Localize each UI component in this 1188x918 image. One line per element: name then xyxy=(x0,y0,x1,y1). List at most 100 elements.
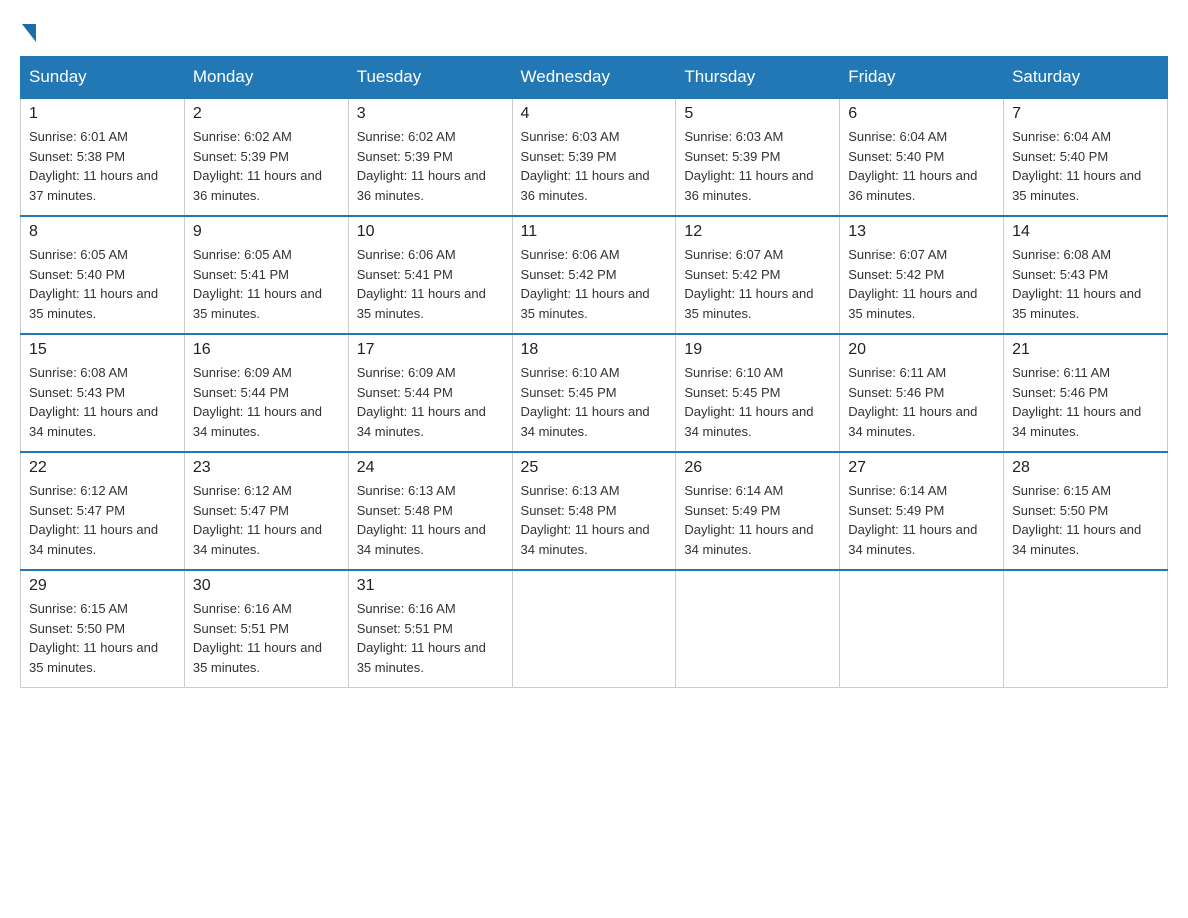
day-number: 4 xyxy=(521,105,668,123)
weekday-header-sunday: Sunday xyxy=(21,57,185,99)
calendar-cell: 26 Sunrise: 6:14 AM Sunset: 5:49 PM Dayl… xyxy=(676,452,840,570)
day-info: Sunrise: 6:15 AM Sunset: 5:50 PM Dayligh… xyxy=(1012,481,1159,559)
day-number: 1 xyxy=(29,105,176,123)
day-number: 29 xyxy=(29,577,176,595)
calendar-cell: 3 Sunrise: 6:02 AM Sunset: 5:39 PM Dayli… xyxy=(348,98,512,216)
calendar-cell: 28 Sunrise: 6:15 AM Sunset: 5:50 PM Dayl… xyxy=(1004,452,1168,570)
day-info: Sunrise: 6:10 AM Sunset: 5:45 PM Dayligh… xyxy=(521,363,668,441)
day-number: 20 xyxy=(848,341,995,359)
day-number: 11 xyxy=(521,223,668,241)
day-info: Sunrise: 6:14 AM Sunset: 5:49 PM Dayligh… xyxy=(684,481,831,559)
calendar-cell: 4 Sunrise: 6:03 AM Sunset: 5:39 PM Dayli… xyxy=(512,98,676,216)
weekday-header-friday: Friday xyxy=(840,57,1004,99)
calendar-cell: 23 Sunrise: 6:12 AM Sunset: 5:47 PM Dayl… xyxy=(184,452,348,570)
calendar-header-row: SundayMondayTuesdayWednesdayThursdayFrid… xyxy=(21,57,1168,99)
calendar-cell xyxy=(840,570,1004,688)
day-info: Sunrise: 6:04 AM Sunset: 5:40 PM Dayligh… xyxy=(848,127,995,205)
day-info: Sunrise: 6:05 AM Sunset: 5:41 PM Dayligh… xyxy=(193,245,340,323)
calendar-cell: 20 Sunrise: 6:11 AM Sunset: 5:46 PM Dayl… xyxy=(840,334,1004,452)
calendar-cell: 7 Sunrise: 6:04 AM Sunset: 5:40 PM Dayli… xyxy=(1004,98,1168,216)
calendar-cell: 31 Sunrise: 6:16 AM Sunset: 5:51 PM Dayl… xyxy=(348,570,512,688)
day-number: 28 xyxy=(1012,459,1159,477)
calendar-cell: 19 Sunrise: 6:10 AM Sunset: 5:45 PM Dayl… xyxy=(676,334,840,452)
calendar-cell xyxy=(512,570,676,688)
calendar-cell: 17 Sunrise: 6:09 AM Sunset: 5:44 PM Dayl… xyxy=(348,334,512,452)
calendar-cell: 12 Sunrise: 6:07 AM Sunset: 5:42 PM Dayl… xyxy=(676,216,840,334)
logo-arrow-icon xyxy=(22,24,36,42)
calendar-cell: 13 Sunrise: 6:07 AM Sunset: 5:42 PM Dayl… xyxy=(840,216,1004,334)
day-info: Sunrise: 6:08 AM Sunset: 5:43 PM Dayligh… xyxy=(1012,245,1159,323)
day-number: 7 xyxy=(1012,105,1159,123)
calendar-cell: 10 Sunrise: 6:06 AM Sunset: 5:41 PM Dayl… xyxy=(348,216,512,334)
calendar-cell: 15 Sunrise: 6:08 AM Sunset: 5:43 PM Dayl… xyxy=(21,334,185,452)
day-info: Sunrise: 6:06 AM Sunset: 5:41 PM Dayligh… xyxy=(357,245,504,323)
day-number: 21 xyxy=(1012,341,1159,359)
day-info: Sunrise: 6:12 AM Sunset: 5:47 PM Dayligh… xyxy=(29,481,176,559)
calendar-cell: 2 Sunrise: 6:02 AM Sunset: 5:39 PM Dayli… xyxy=(184,98,348,216)
day-number: 9 xyxy=(193,223,340,241)
calendar-table: SundayMondayTuesdayWednesdayThursdayFrid… xyxy=(20,56,1168,688)
day-number: 25 xyxy=(521,459,668,477)
calendar-cell: 27 Sunrise: 6:14 AM Sunset: 5:49 PM Dayl… xyxy=(840,452,1004,570)
day-number: 30 xyxy=(193,577,340,595)
calendar-cell: 29 Sunrise: 6:15 AM Sunset: 5:50 PM Dayl… xyxy=(21,570,185,688)
calendar-week-row: 29 Sunrise: 6:15 AM Sunset: 5:50 PM Dayl… xyxy=(21,570,1168,688)
weekday-header-saturday: Saturday xyxy=(1004,57,1168,99)
day-number: 10 xyxy=(357,223,504,241)
day-number: 5 xyxy=(684,105,831,123)
day-info: Sunrise: 6:02 AM Sunset: 5:39 PM Dayligh… xyxy=(193,127,340,205)
calendar-cell: 25 Sunrise: 6:13 AM Sunset: 5:48 PM Dayl… xyxy=(512,452,676,570)
weekday-header-thursday: Thursday xyxy=(676,57,840,99)
day-number: 26 xyxy=(684,459,831,477)
day-number: 8 xyxy=(29,223,176,241)
day-number: 24 xyxy=(357,459,504,477)
day-info: Sunrise: 6:02 AM Sunset: 5:39 PM Dayligh… xyxy=(357,127,504,205)
day-number: 14 xyxy=(1012,223,1159,241)
calendar-cell: 21 Sunrise: 6:11 AM Sunset: 5:46 PM Dayl… xyxy=(1004,334,1168,452)
calendar-cell: 30 Sunrise: 6:16 AM Sunset: 5:51 PM Dayl… xyxy=(184,570,348,688)
calendar-cell: 14 Sunrise: 6:08 AM Sunset: 5:43 PM Dayl… xyxy=(1004,216,1168,334)
day-info: Sunrise: 6:08 AM Sunset: 5:43 PM Dayligh… xyxy=(29,363,176,441)
day-info: Sunrise: 6:11 AM Sunset: 5:46 PM Dayligh… xyxy=(1012,363,1159,441)
day-info: Sunrise: 6:04 AM Sunset: 5:40 PM Dayligh… xyxy=(1012,127,1159,205)
calendar-week-row: 8 Sunrise: 6:05 AM Sunset: 5:40 PM Dayli… xyxy=(21,216,1168,334)
day-number: 31 xyxy=(357,577,504,595)
day-number: 17 xyxy=(357,341,504,359)
day-info: Sunrise: 6:05 AM Sunset: 5:40 PM Dayligh… xyxy=(29,245,176,323)
day-info: Sunrise: 6:03 AM Sunset: 5:39 PM Dayligh… xyxy=(684,127,831,205)
calendar-cell: 16 Sunrise: 6:09 AM Sunset: 5:44 PM Dayl… xyxy=(184,334,348,452)
day-info: Sunrise: 6:16 AM Sunset: 5:51 PM Dayligh… xyxy=(193,599,340,677)
weekday-header-monday: Monday xyxy=(184,57,348,99)
day-info: Sunrise: 6:10 AM Sunset: 5:45 PM Dayligh… xyxy=(684,363,831,441)
day-info: Sunrise: 6:09 AM Sunset: 5:44 PM Dayligh… xyxy=(357,363,504,441)
calendar-cell: 8 Sunrise: 6:05 AM Sunset: 5:40 PM Dayli… xyxy=(21,216,185,334)
day-info: Sunrise: 6:01 AM Sunset: 5:38 PM Dayligh… xyxy=(29,127,176,205)
day-number: 6 xyxy=(848,105,995,123)
day-info: Sunrise: 6:13 AM Sunset: 5:48 PM Dayligh… xyxy=(521,481,668,559)
calendar-cell: 5 Sunrise: 6:03 AM Sunset: 5:39 PM Dayli… xyxy=(676,98,840,216)
calendar-cell: 24 Sunrise: 6:13 AM Sunset: 5:48 PM Dayl… xyxy=(348,452,512,570)
day-info: Sunrise: 6:13 AM Sunset: 5:48 PM Dayligh… xyxy=(357,481,504,559)
day-info: Sunrise: 6:11 AM Sunset: 5:46 PM Dayligh… xyxy=(848,363,995,441)
day-info: Sunrise: 6:09 AM Sunset: 5:44 PM Dayligh… xyxy=(193,363,340,441)
calendar-cell: 18 Sunrise: 6:10 AM Sunset: 5:45 PM Dayl… xyxy=(512,334,676,452)
day-info: Sunrise: 6:15 AM Sunset: 5:50 PM Dayligh… xyxy=(29,599,176,677)
day-number: 19 xyxy=(684,341,831,359)
calendar-cell: 6 Sunrise: 6:04 AM Sunset: 5:40 PM Dayli… xyxy=(840,98,1004,216)
day-number: 15 xyxy=(29,341,176,359)
calendar-cell: 11 Sunrise: 6:06 AM Sunset: 5:42 PM Dayl… xyxy=(512,216,676,334)
calendar-week-row: 1 Sunrise: 6:01 AM Sunset: 5:38 PM Dayli… xyxy=(21,98,1168,216)
day-info: Sunrise: 6:12 AM Sunset: 5:47 PM Dayligh… xyxy=(193,481,340,559)
day-info: Sunrise: 6:06 AM Sunset: 5:42 PM Dayligh… xyxy=(521,245,668,323)
day-number: 12 xyxy=(684,223,831,241)
day-info: Sunrise: 6:03 AM Sunset: 5:39 PM Dayligh… xyxy=(521,127,668,205)
day-info: Sunrise: 6:14 AM Sunset: 5:49 PM Dayligh… xyxy=(848,481,995,559)
page-header xyxy=(20,20,1168,36)
day-number: 2 xyxy=(193,105,340,123)
weekday-header-wednesday: Wednesday xyxy=(512,57,676,99)
weekday-header-tuesday: Tuesday xyxy=(348,57,512,99)
day-number: 22 xyxy=(29,459,176,477)
calendar-cell xyxy=(676,570,840,688)
day-number: 23 xyxy=(193,459,340,477)
calendar-cell: 9 Sunrise: 6:05 AM Sunset: 5:41 PM Dayli… xyxy=(184,216,348,334)
